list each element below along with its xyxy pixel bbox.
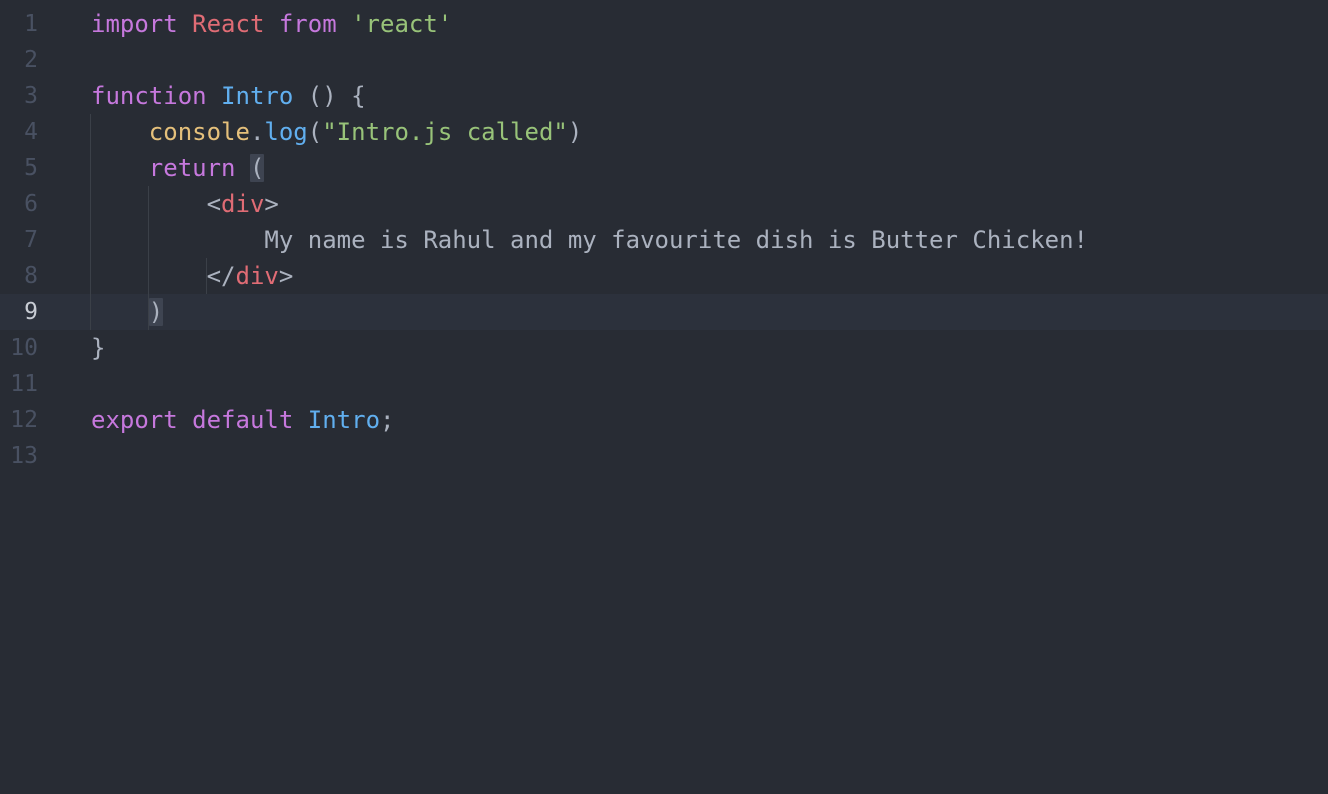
line-code: return ( xyxy=(91,150,265,186)
code-line[interactable]: 10} xyxy=(0,330,1328,366)
line-code: import React from 'react' xyxy=(91,6,452,42)
code-token: } xyxy=(91,334,106,362)
code-line[interactable]: 4 console.log("Intro.js called") xyxy=(0,114,1328,150)
code-token: ( xyxy=(249,154,265,182)
code-token: div xyxy=(221,190,265,218)
code-token: < xyxy=(206,190,222,218)
code-token: function xyxy=(91,82,207,110)
line-number: 8 xyxy=(24,263,38,289)
line-number: 1 xyxy=(24,11,38,37)
code-line[interactable]: 12 export default Intro; xyxy=(0,402,1328,438)
line-code: console.log("Intro.js called") xyxy=(91,114,583,150)
code-editor[interactable]: 1 import React from 'react' 2 3 function Int… xyxy=(0,6,1328,794)
line-code: export default Intro; xyxy=(91,402,394,438)
code-token: > xyxy=(264,190,279,218)
line-number: 13 xyxy=(10,443,38,469)
line-number: 7 xyxy=(24,227,38,253)
code-token: return xyxy=(148,154,236,182)
code-token: div xyxy=(235,262,279,290)
code-token: . xyxy=(249,118,265,146)
code-line[interactable]: 8 </div> xyxy=(0,258,1328,294)
line-code: ) xyxy=(91,294,164,330)
code-line[interactable]: 13 xyxy=(0,438,1328,474)
line-code: } xyxy=(91,330,105,366)
code-line[interactable]: 9 ) xyxy=(0,294,1328,330)
line-number: 12 xyxy=(10,407,38,433)
line-number: 4 xyxy=(24,119,38,145)
code-token: import xyxy=(91,10,178,38)
code-token: export xyxy=(91,406,178,434)
code-line[interactable]: 2 xyxy=(0,42,1328,78)
line-number: 6 xyxy=(24,191,38,217)
line-number: 10 xyxy=(10,335,38,361)
code-token: console xyxy=(148,118,250,146)
code-token: () { xyxy=(293,82,366,110)
code-token: </ xyxy=(206,262,236,290)
line-number: 3 xyxy=(24,83,38,109)
code-token: ) xyxy=(567,118,583,146)
code-token: React xyxy=(192,10,265,38)
code-token: "Intro.js called" xyxy=(322,118,568,146)
line-number: 11 xyxy=(10,371,38,397)
code-token: > xyxy=(278,262,294,290)
code-token: 'react' xyxy=(351,10,453,38)
code-line[interactable]: 1 import React from 'react' xyxy=(0,6,1328,42)
code-line[interactable]: 11 xyxy=(0,366,1328,402)
line-code: <div> xyxy=(91,186,279,222)
code-token: default xyxy=(192,406,294,434)
code-line[interactable]: 5 return ( xyxy=(0,150,1328,186)
line-number: 2 xyxy=(24,47,38,73)
line-code: My name is Rahul and my favourite dish i… xyxy=(91,222,1088,258)
code-token: Intro xyxy=(307,406,381,434)
code-token: My name is Rahul and my favourite dish i… xyxy=(264,226,1088,254)
code-token: ( xyxy=(307,118,323,146)
code-token: ; xyxy=(380,406,395,434)
code-line[interactable]: 3 function Intro () { xyxy=(0,78,1328,114)
code-line[interactable]: 6 <div> xyxy=(0,186,1328,222)
code-token: from xyxy=(278,10,337,38)
line-number: 9 xyxy=(24,299,38,325)
line-code: function Intro () { xyxy=(91,78,366,114)
code-line[interactable]: 7 My name is Rahul and my favourite dish… xyxy=(0,222,1328,258)
code-token: ) xyxy=(148,298,164,326)
code-token: log xyxy=(264,118,308,146)
code-token: Intro xyxy=(221,82,294,110)
line-code: </div> xyxy=(91,258,294,294)
line-number: 5 xyxy=(24,155,38,181)
